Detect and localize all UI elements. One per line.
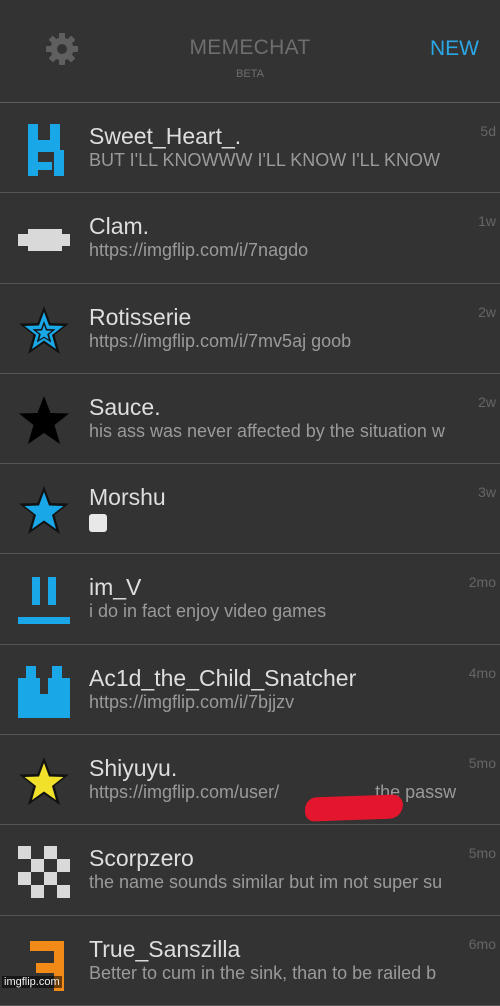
watermark: imgflip.com — [2, 976, 62, 988]
image-attachment-icon — [89, 514, 107, 533]
conversation-name: Ac1d_the_Child_Snatcher — [89, 664, 357, 691]
conversation-time: 6mo — [468, 935, 496, 952]
conversation-time: 2w — [478, 393, 496, 410]
conversation-item[interactable]: Sweet_Heart_. 5d BUT I'LL KNOWWW I'LL KN… — [0, 103, 500, 194]
outline-star-avatar-icon — [16, 303, 72, 359]
conversation-name: Morshu — [89, 484, 166, 511]
conversation-item[interactable]: Clam. 1w https://imgflip.com/i/7nagdo — [0, 193, 500, 284]
conversation-name: Sauce. — [89, 393, 161, 420]
gray-block-avatar-icon — [16, 212, 72, 268]
blue-robot-avatar-icon — [16, 664, 72, 720]
conversation-time: 1w — [478, 213, 496, 230]
conversation-preview: BUT I'LL KNOWWW I'LL KNOW I'LL KNOW — [89, 150, 441, 170]
conversation-name: True_Sanszilla — [89, 935, 241, 962]
new-chat-button[interactable]: NEW — [430, 37, 479, 61]
conversation-item[interactable]: Morshu 3w — [0, 464, 500, 555]
preview-start: https://imgflip.com/user/ — [89, 782, 280, 803]
app-title: MEMECHAT — [189, 36, 311, 59]
conversation-time: 2w — [478, 303, 496, 320]
conversation-name: Shiyuyu. — [89, 755, 178, 782]
conversation-name: im_V — [89, 574, 142, 601]
conversation-name: Rotisserie — [89, 303, 192, 330]
conversation-time: 3w — [478, 484, 496, 501]
conversation-time: 5mo — [468, 845, 496, 862]
conversation-preview: https://imgflip.com/i/7mv5aj goob — [89, 330, 352, 351]
conversation-preview: his ass was never affected by the situat… — [89, 420, 445, 441]
conversation-item[interactable]: Scorpzero 5mo the name sounds similar bu… — [0, 825, 500, 916]
conversation-item[interactable]: Sauce. 2w his ass was never affected by … — [0, 374, 500, 465]
conversation-time: 5mo — [468, 755, 496, 772]
conversation-time: 5d — [480, 123, 496, 139]
blue-face-avatar-icon — [16, 573, 72, 629]
conversation-name: Sweet_Heart_. — [89, 123, 242, 149]
conversation-preview: i do in fact enjoy video games — [89, 601, 327, 622]
conversation-time: 2mo — [468, 574, 496, 591]
beta-label: BETA — [236, 68, 264, 80]
app-header: MEMECHAT BETA NEW — [0, 0, 500, 103]
conversation-item[interactable]: Ac1d_the_Child_Snatcher 4mo https://imgf… — [0, 645, 500, 736]
conversation-item[interactable]: Shiyuyu. 5mo https://imgflip.com/user/th… — [0, 735, 500, 826]
conversation-item[interactable]: im_V 2mo i do in fact enjoy video games — [0, 554, 500, 645]
conversation-preview: https://imgflip.com/i/7nagdo — [89, 240, 309, 261]
conversation-name: Scorpzero — [89, 845, 194, 872]
conversation-time: 4mo — [468, 664, 496, 681]
conversation-item[interactable]: True_Sanszilla 6mo Better to cum in the … — [0, 916, 500, 1006]
checker-avatar-icon — [16, 844, 72, 900]
black-star-avatar-icon — [16, 393, 72, 449]
yellow-star-avatar-icon — [16, 754, 72, 810]
conversation-preview: https://imgflip.com/i/7bjjzv — [89, 691, 295, 712]
redaction-mark — [304, 794, 404, 822]
blue-castle-avatar-icon — [16, 122, 72, 178]
conversation-name: Clam. — [89, 213, 150, 240]
conversation-item[interactable]: Rotisserie 2w https://imgflip.com/i/7mv5… — [0, 284, 500, 374]
blue-star-avatar-icon — [16, 483, 72, 539]
conversation-preview: Better to cum in the sink, than to be ra… — [89, 962, 437, 983]
conversation-list: Sweet_Heart_. 5d BUT I'LL KNOWWW I'LL KN… — [0, 103, 500, 1006]
conversation-preview: the name sounds similar but im not super… — [89, 872, 443, 893]
